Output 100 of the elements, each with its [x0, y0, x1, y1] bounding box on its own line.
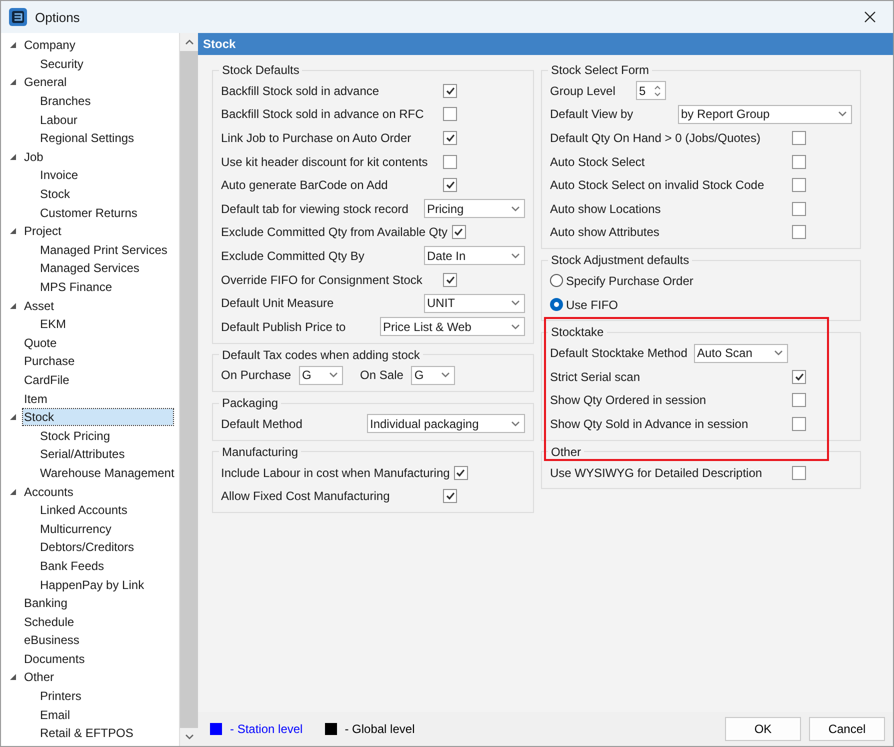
tree-item[interactable]: Purchase: [23, 353, 76, 370]
chevron-down-icon: [774, 350, 783, 356]
checkbox[interactable]: [452, 225, 466, 240]
dropdown[interactable]: Individual packaging: [367, 414, 525, 434]
option-label: Auto show Attributes: [550, 225, 660, 240]
checkmark-icon: [794, 372, 804, 381]
tree-item[interactable]: Branches: [39, 93, 92, 110]
checkbox[interactable]: [792, 370, 806, 384]
tree-item[interactable]: Labour: [39, 112, 78, 128]
tree-item[interactable]: Project: [23, 223, 62, 240]
checkbox[interactable]: [443, 178, 457, 192]
dropdown[interactable]: UNIT: [424, 294, 525, 313]
expanded-triangle-icon[interactable]: [9, 302, 17, 310]
radio-button[interactable]: [550, 298, 563, 312]
tree-item[interactable]: Stock: [23, 409, 173, 426]
tree-item[interactable]: Managed Services: [39, 260, 140, 276]
tree-item[interactable]: CardFile: [23, 372, 70, 388]
expanded-triangle-icon[interactable]: [9, 152, 17, 161]
checkbox[interactable]: [792, 178, 806, 192]
checkbox[interactable]: [443, 154, 457, 169]
legend-label: - Station level: [230, 722, 303, 736]
chevron-down-icon: [441, 372, 450, 378]
tree-item[interactable]: Invoice: [39, 167, 80, 184]
tree-item[interactable]: General: [23, 74, 68, 90]
checkbox[interactable]: [443, 107, 457, 122]
dropdown[interactable]: G: [411, 366, 456, 385]
tree-item[interactable]: Item: [23, 390, 48, 407]
tree-item[interactable]: HappenPay by Link: [39, 576, 146, 593]
checkmark-icon: [446, 492, 454, 500]
tree-item[interactable]: Managed Print Services: [39, 242, 168, 258]
window-title: Options: [35, 10, 81, 24]
dropdown[interactable]: Date In: [424, 246, 525, 266]
group-title: Stock Adjustment defaults: [550, 253, 690, 268]
option-label: Default Stocktake Method: [550, 346, 688, 360]
cancel-button[interactable]: Cancel: [809, 717, 885, 741]
checkbox[interactable]: [792, 154, 806, 169]
tree-item[interactable]: Company: [23, 37, 76, 54]
group-title: Stock Defaults: [221, 63, 300, 77]
tree-item[interactable]: Asset: [23, 298, 56, 314]
checkbox[interactable]: [792, 225, 806, 240]
tree-item[interactable]: Other: [23, 669, 56, 686]
ok-button[interactable]: OK: [725, 717, 801, 741]
tree-item[interactable]: Retail & EFTPOS: [39, 725, 134, 742]
tree-item[interactable]: Job: [23, 148, 44, 165]
tree-item[interactable]: Documents: [23, 650, 86, 667]
checkbox[interactable]: [454, 466, 468, 480]
tree-item[interactable]: Multicurrency: [39, 520, 112, 537]
checkbox[interactable]: [792, 202, 806, 216]
tree-item[interactable]: Warehouse Management: [39, 464, 176, 481]
checkbox[interactable]: [792, 393, 806, 408]
tree-item[interactable]: EKM: [39, 316, 68, 332]
expanded-triangle-icon[interactable]: [9, 227, 17, 236]
dropdown[interactable]: G: [299, 366, 344, 385]
tree-item[interactable]: Stock Pricing: [39, 428, 112, 444]
checkbox[interactable]: [792, 130, 806, 145]
checkbox[interactable]: [443, 272, 457, 287]
radio-button[interactable]: [550, 274, 563, 288]
tree-item[interactable]: Bank Feeds: [39, 558, 106, 574]
tree-item[interactable]: Schedule: [23, 614, 76, 630]
checkbox[interactable]: [792, 416, 806, 431]
expanded-triangle-icon[interactable]: [9, 413, 17, 422]
dropdown[interactable]: Auto Scan: [694, 344, 788, 363]
scrollbar[interactable]: [179, 33, 198, 746]
tree-item[interactable]: Security: [39, 56, 84, 72]
tree-item[interactable]: Quote: [23, 334, 58, 351]
checkbox[interactable]: [792, 466, 806, 480]
tree-item[interactable]: Accounts: [23, 484, 74, 500]
option-label: Include Labour in cost when Manufacturing: [221, 466, 450, 480]
checkbox[interactable]: [443, 84, 457, 98]
tree-item[interactable]: Regional Settings: [39, 130, 136, 146]
option-label: Default Method: [221, 416, 304, 431]
tree-item[interactable]: MPS Finance: [39, 279, 114, 296]
tree-item[interactable]: Banking: [23, 595, 68, 612]
option-label: Allow Fixed Cost Manufacturing: [221, 489, 391, 504]
dropdown[interactable]: Pricing: [424, 199, 525, 218]
expanded-triangle-icon[interactable]: [9, 41, 17, 50]
tree-item[interactable]: Customer Returns: [39, 204, 138, 221]
spin-field[interactable]: 5: [636, 81, 666, 100]
tree-item[interactable]: Serial/Attributes: [39, 446, 126, 462]
group-title: Stock Select Form: [550, 63, 650, 77]
checkbox[interactable]: [443, 489, 457, 504]
tree-item[interactable]: Debtors/Creditors: [39, 539, 136, 556]
option-label: Default View by: [550, 107, 634, 122]
expanded-triangle-icon[interactable]: [9, 673, 17, 682]
dropdown[interactable]: Price List & Web: [380, 317, 525, 336]
legend-label: - Global level: [344, 722, 415, 736]
expanded-triangle-icon[interactable]: [9, 488, 17, 496]
tree-item[interactable]: Stock: [39, 186, 72, 202]
option-label: Default Unit Measure: [221, 296, 335, 310]
option-label: Show Qty Sold in Advance in session: [550, 416, 750, 431]
tree-item[interactable]: eBusiness: [23, 632, 80, 648]
tree-item[interactable]: Printers: [39, 688, 82, 704]
tree-item[interactable]: Linked Accounts: [39, 502, 128, 518]
expanded-triangle-icon[interactable]: [9, 78, 17, 86]
option-label: Exclude Committed Qty from Available Qty: [221, 225, 448, 240]
checkbox[interactable]: [443, 130, 457, 145]
option-label: Group Level: [550, 84, 616, 98]
option-label: Auto show Locations: [550, 202, 662, 216]
dropdown[interactable]: by Report Group: [678, 104, 852, 124]
tree-item[interactable]: Email: [39, 706, 72, 723]
